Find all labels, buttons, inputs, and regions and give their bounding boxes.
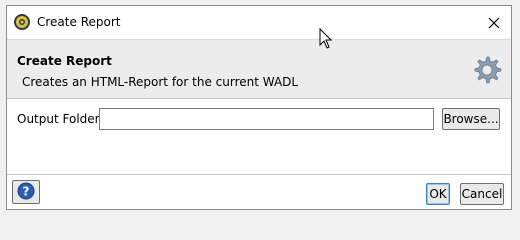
ok-button[interactable]: OK	[426, 183, 450, 205]
window-title: Create Report	[37, 15, 121, 29]
close-icon[interactable]	[483, 12, 505, 34]
header-title: Create Report	[17, 54, 112, 68]
cancel-button[interactable]: Cancel	[460, 183, 504, 205]
browse-button[interactable]: Browse...	[442, 108, 500, 130]
mouse-pointer-icon	[319, 27, 333, 50]
output-folder-row: Output Folder: Browse...	[7, 106, 511, 132]
header-description: Creates an HTML-Report for the current W…	[22, 75, 299, 89]
help-button[interactable]: ?	[12, 180, 40, 204]
dialog-header: Create Report Creates an HTML-Report for…	[7, 39, 511, 99]
gear-icon	[471, 54, 503, 86]
title-bar: Create Report	[7, 6, 511, 39]
app-icon	[13, 13, 31, 31]
output-folder-label: Output Folder:	[17, 112, 104, 126]
question-mark-icon: ?	[17, 182, 35, 203]
output-folder-input[interactable]	[99, 108, 434, 130]
svg-text:?: ?	[23, 184, 30, 198]
dialog-footer: ? OK Cancel	[7, 175, 511, 209]
create-report-dialog: Create Report Create Report Creates an H…	[6, 5, 512, 210]
